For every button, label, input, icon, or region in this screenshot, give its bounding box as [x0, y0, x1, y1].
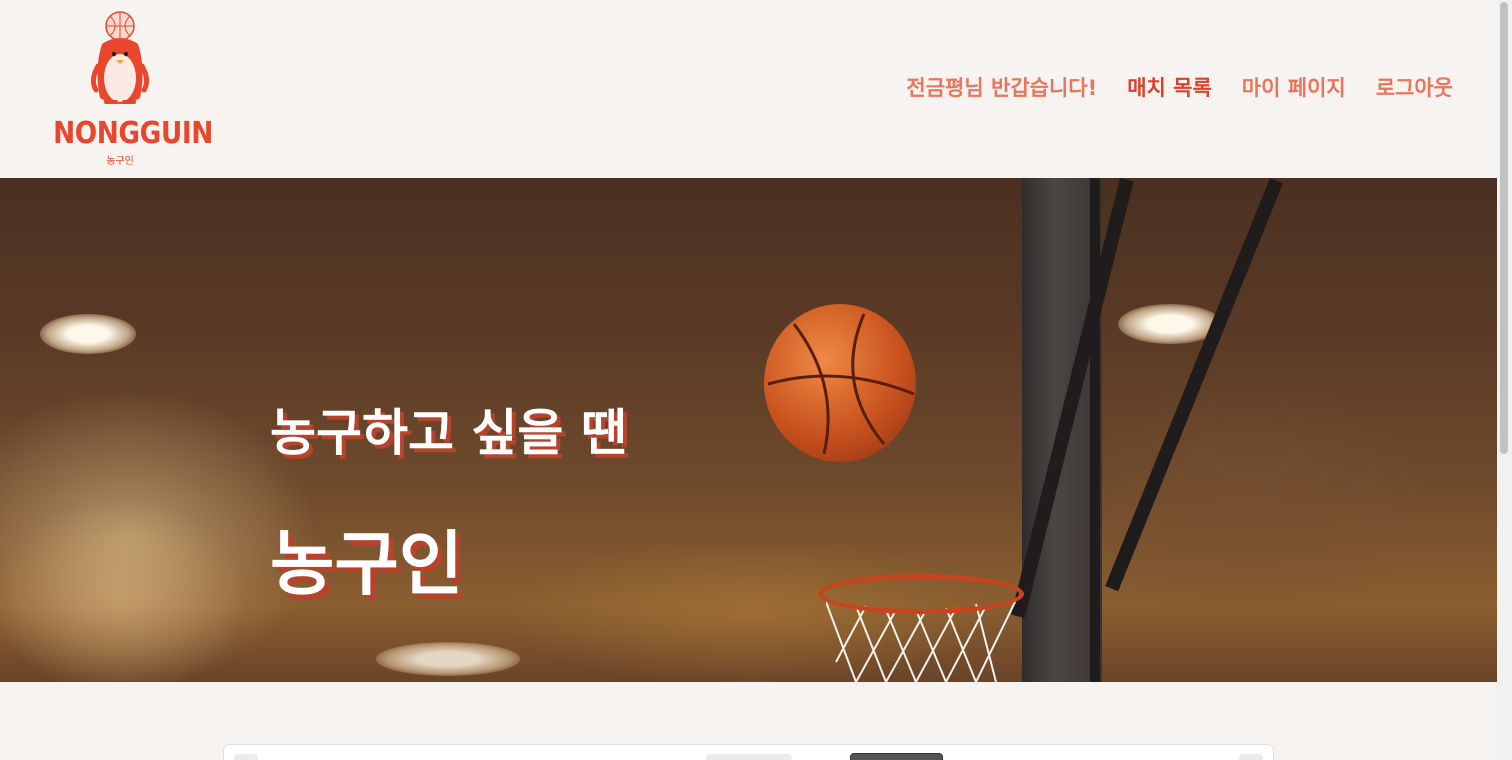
logo[interactable]: NONGGUIN 농구인: [44, 10, 213, 168]
hero-banner: 농구하고 싶을 땐 농구인: [0, 178, 1497, 682]
content-panel: [223, 744, 1274, 760]
ceiling-lamp: [40, 314, 136, 354]
nav-item-match-list[interactable]: 매치 목록: [1127, 72, 1212, 102]
page-scrollbar[interactable]: [1497, 0, 1512, 760]
penguin-basketball-icon: [90, 11, 150, 104]
basketball-hoop: [818, 574, 1024, 614]
nav-item-logout[interactable]: 로그아웃: [1376, 72, 1453, 102]
scrollbar-thumb[interactable]: [1500, 2, 1508, 454]
nav-item-my-page[interactable]: 마이 페이지: [1242, 72, 1346, 102]
panel-control[interactable]: [234, 754, 258, 760]
backboard-pole: [1090, 178, 1100, 682]
greeting-text: 전금평님 반갑습니다!: [906, 76, 1098, 100]
basketball-image: [764, 304, 916, 462]
header: NONGGUIN 농구인 전금평님 반갑습니다! 매치 목록 마이 페이지 로그…: [0, 0, 1497, 178]
panel-control[interactable]: [1239, 754, 1263, 760]
logo-subtitle: 농구인: [106, 156, 134, 167]
logo-wordmark: NONGGUIN: [53, 116, 213, 151]
backboard-pole: [1105, 178, 1283, 592]
panel-control[interactable]: [706, 754, 792, 760]
hero-title: 농구인: [270, 523, 464, 605]
floor-light: [376, 642, 520, 676]
panel-control[interactable]: [850, 753, 943, 760]
hero-tagline: 농구하고 싶을 땐: [270, 404, 627, 462]
top-nav: 전금평님 반갑습니다! 매치 목록 마이 페이지 로그아웃: [906, 72, 1453, 102]
